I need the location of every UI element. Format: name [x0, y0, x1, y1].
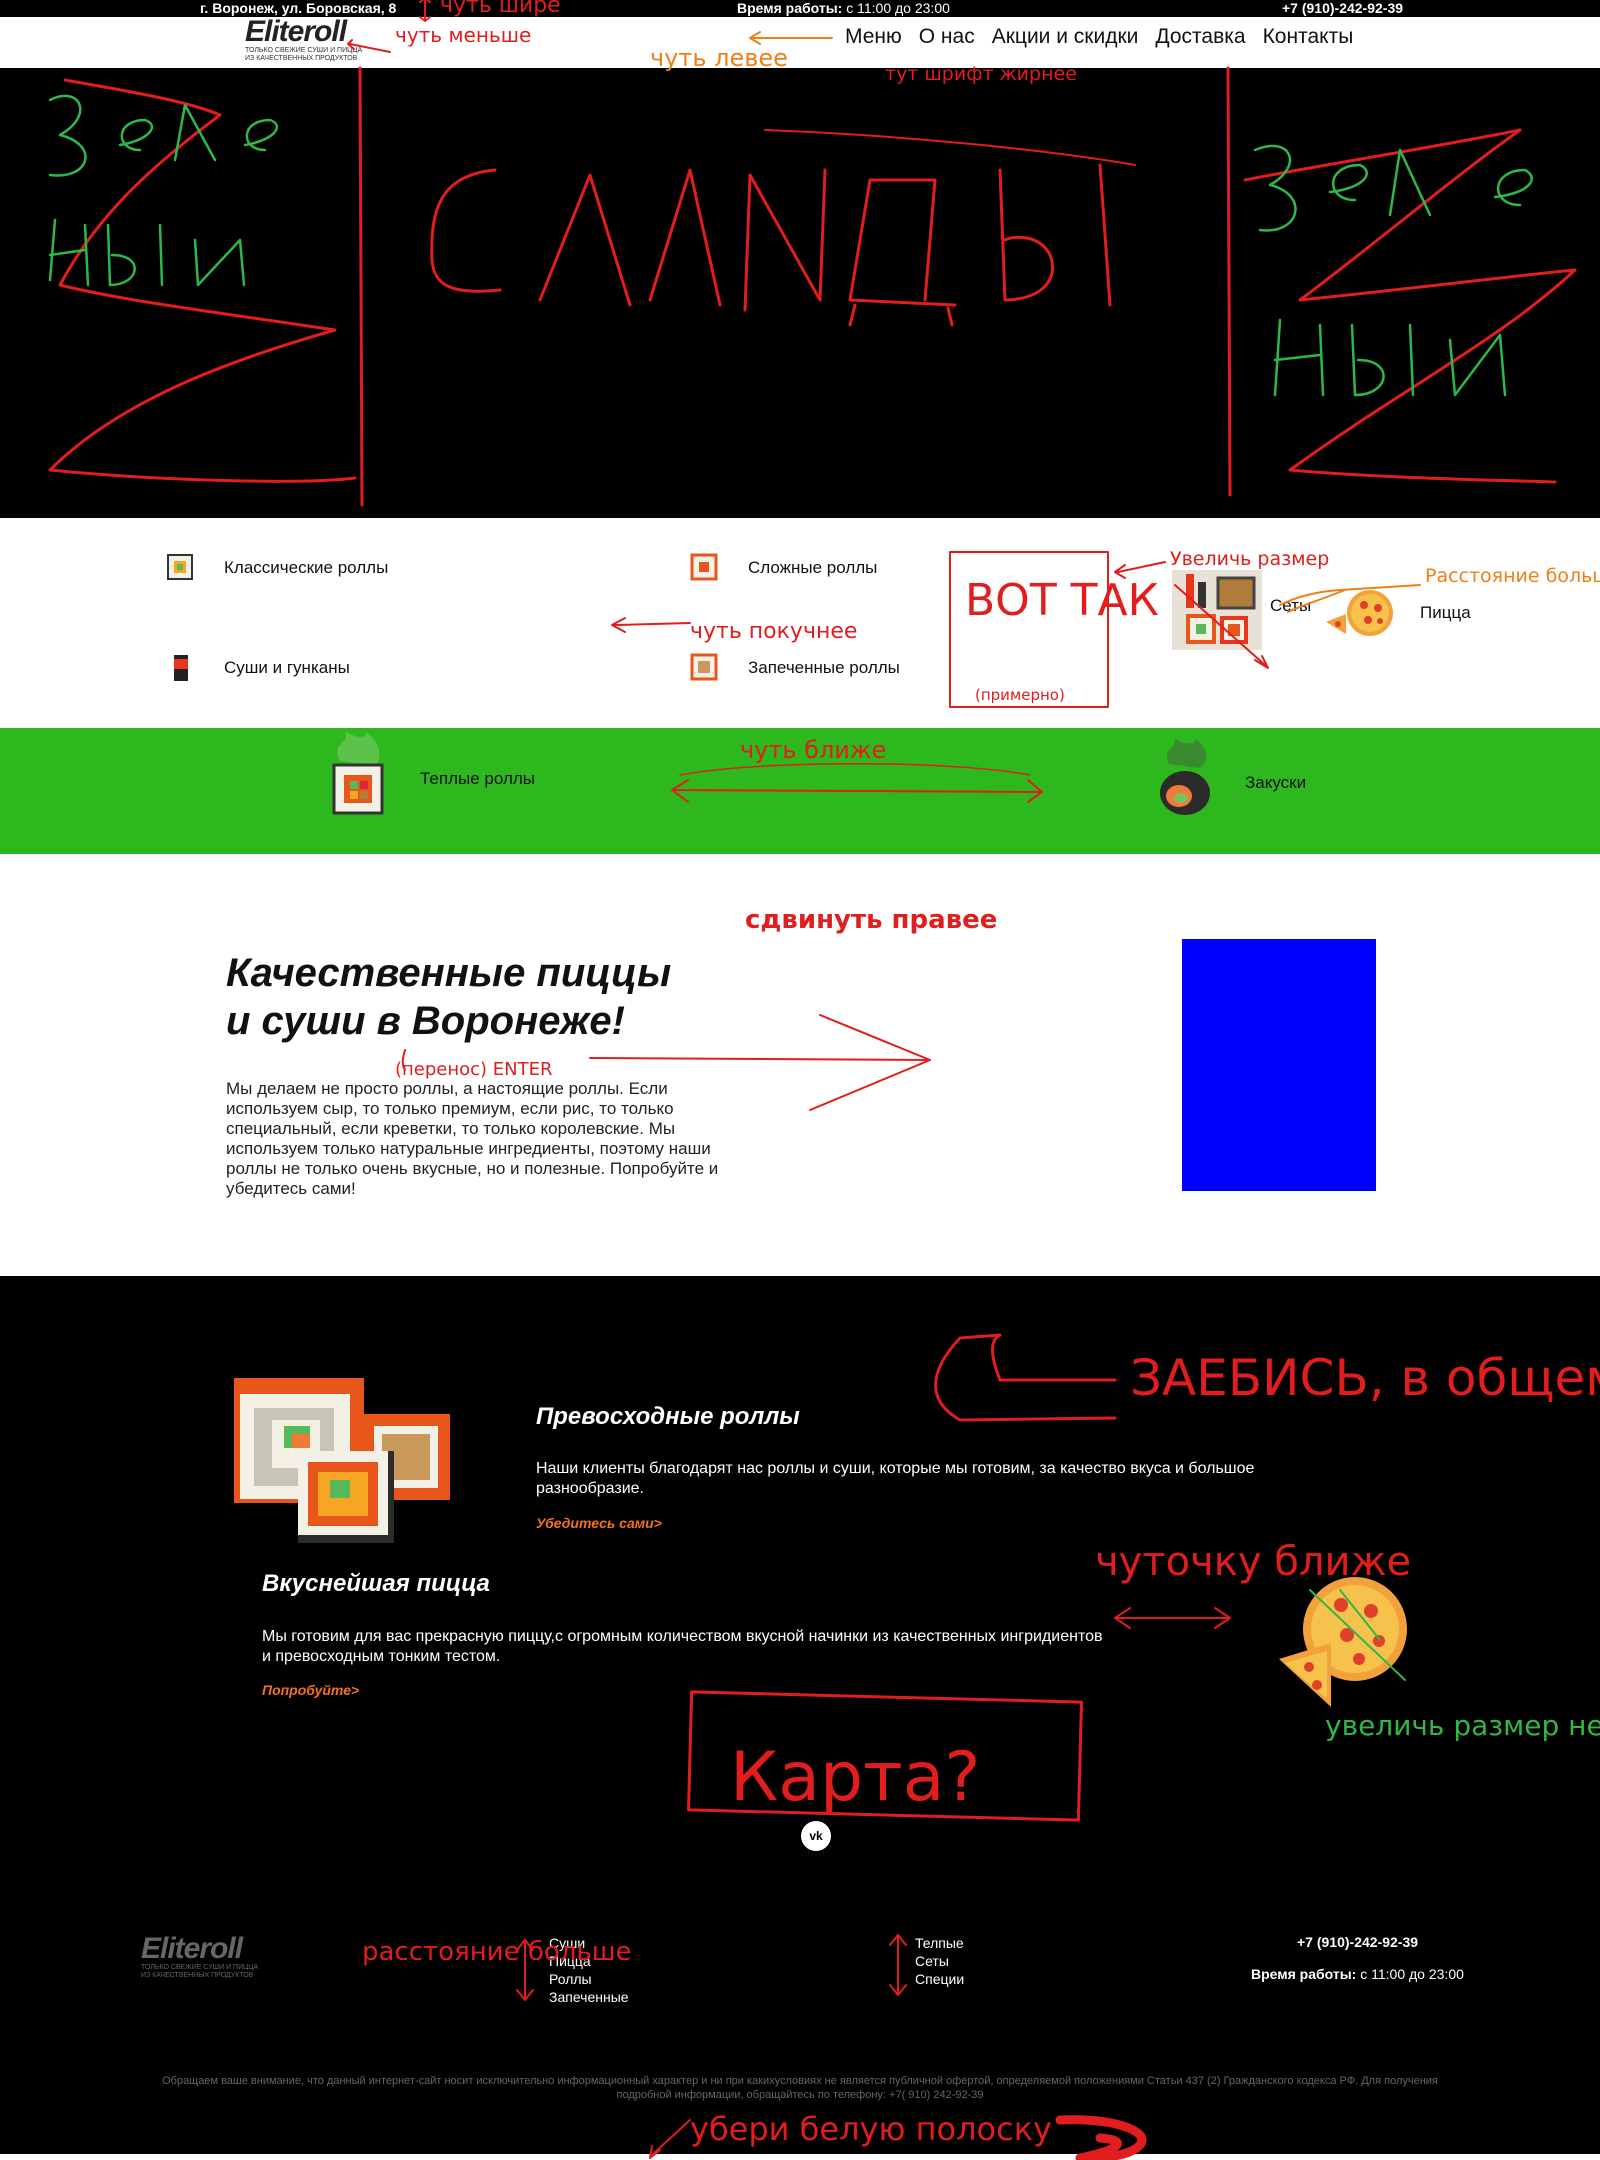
footer-link-sets[interactable]: Сеты: [915, 1953, 949, 1969]
working-hours: Время работы: с 11:00 до 23:00: [737, 0, 950, 17]
category-classic-rolls[interactable]: Классические роллы: [166, 553, 388, 583]
working-hours-value: с 11:00 до 23:00: [846, 0, 950, 16]
category-snacks[interactable]: Закуски: [1155, 738, 1306, 827]
footer-link-rolls[interactable]: Роллы: [549, 1971, 592, 1987]
category-complex-rolls[interactable]: Сложные роллы: [690, 553, 877, 583]
complex-roll-icon: [690, 553, 720, 583]
category-baked-rolls[interactable]: Запеченные роллы: [690, 653, 900, 683]
logo-tagline-1: Только свежие суши и пицца: [245, 47, 363, 54]
image-placeholder: [1182, 939, 1376, 1191]
warm-roll-icon: [330, 731, 390, 826]
category-sushi-gunkan[interactable]: Суши и гунканы: [166, 653, 350, 683]
features-footer-section: Превосходные роллы Наши клиенты благодар…: [0, 1276, 1600, 2160]
footer-hours-label: Время работы:: [1251, 1966, 1357, 1982]
pizza-feature-title: Вкуснейшая пицца: [262, 1570, 490, 1597]
about-title-line-2: и суши в Воронеже!: [226, 999, 625, 1043]
category-grid: Классические роллы Сложные роллы Суши и …: [0, 518, 1600, 728]
category-label: Суши и гунканы: [224, 658, 350, 677]
about-title: Качественные пиццы и суши в Воронеже!: [226, 949, 746, 1045]
footer-link-warm[interactable]: Телпые: [915, 1935, 964, 1951]
classic-roll-icon: [166, 553, 196, 583]
pizza-illustration: [1275, 1571, 1415, 1716]
snacks-icon: [1155, 738, 1215, 827]
nav-contacts[interactable]: Контакты: [1263, 25, 1354, 49]
pizza-feature-link[interactable]: Попробуйте>: [262, 1682, 359, 1698]
footer-link-baked[interactable]: Запеченные: [549, 1989, 629, 2005]
top-info-bar: г. Воронеж, ул. Боровская, 8 Время работ…: [0, 0, 1600, 17]
working-hours-label: Время работы:: [737, 0, 843, 16]
footer-phone[interactable]: +7 (910)-242-92-39: [1297, 1934, 1418, 1950]
rolls-feature-title: Превосходные роллы: [536, 1403, 800, 1430]
footer-link-pizza[interactable]: Пицца: [549, 1953, 591, 1969]
category-label: Классические роллы: [224, 558, 389, 577]
footer-menu-2: Телпые Сеты Специи: [915, 1934, 964, 1988]
category-warm-rolls[interactable]: Теплые роллы: [330, 731, 535, 826]
bottom-white-strip: [0, 2154, 1600, 2160]
category-pizza[interactable]: Пицца: [1324, 588, 1471, 638]
about-text: Мы делаем не просто роллы, а настоящие р…: [226, 1079, 719, 1198]
category-label: Сеты: [1270, 596, 1312, 615]
sushi-icon: [166, 653, 196, 683]
pizza-icon: [1324, 588, 1420, 638]
rolls-feature-text: Наши клиенты благодарят нас роллы и суши…: [536, 1460, 1255, 1497]
category-label: Сложные роллы: [748, 558, 878, 577]
main-nav: Меню О нас Акции и скидки Доставка Конта…: [845, 25, 1353, 49]
category-label: Запеченные роллы: [748, 658, 900, 677]
nav-about[interactable]: О нас: [919, 25, 975, 49]
category-strip-green: Теплые роллы Закуски: [0, 728, 1600, 854]
pizza-feature-text: Мы готовим для вас прекрасную пиццу,с ог…: [262, 1628, 1103, 1665]
footer-logo-wordmark: Eliteroll: [141, 1932, 243, 1965]
footer-hours-value: с 11:00 до 23:00: [1360, 1966, 1464, 1982]
nav-menu[interactable]: Меню: [845, 25, 902, 49]
hero-slider[interactable]: [0, 68, 1600, 518]
footer-link-spices[interactable]: Специи: [915, 1971, 964, 1987]
footer-working-hours: Время работы: с 11:00 до 23:00: [1251, 1966, 1464, 1982]
vk-icon[interactable]: vk: [801, 1821, 831, 1851]
legal-disclaimer: Обращаем ваше внимание, что данный интер…: [162, 2075, 1438, 2101]
footer-menu-1: Суши Пицца Роллы Запеченные: [549, 1934, 629, 2006]
logo-wordmark: Eliteroll: [245, 15, 347, 48]
logo-tagline-2: из качественных продуктов: [245, 55, 358, 62]
footer-logo[interactable]: Eliteroll Только свежие суши и пицца из …: [141, 1934, 258, 1980]
about-title-line-1: Качественные пиццы: [226, 951, 672, 995]
footer-logo-tagline-2: из качественных продуктов: [141, 1972, 254, 1979]
site-header: Eliteroll Только свежие суши и пицца из …: [0, 17, 1600, 68]
nav-delivery[interactable]: Доставка: [1155, 25, 1245, 49]
category-label: Теплые роллы: [420, 768, 535, 788]
footer-link-sushi[interactable]: Суши: [549, 1935, 585, 1951]
category-label: Пицца: [1420, 603, 1471, 622]
category-label: Закуски: [1245, 772, 1307, 792]
baked-roll-icon: [690, 653, 720, 683]
rolls-feature-link[interactable]: Убедитесь сами>: [536, 1515, 662, 1531]
phone-link[interactable]: +7 (910)-242-92-39: [1282, 0, 1403, 17]
site-logo[interactable]: Eliteroll Только свежие суши и пицца из …: [245, 17, 365, 68]
nav-promotions[interactable]: Акции и скидки: [992, 25, 1139, 49]
category-sets[interactable]: Сеты: [1168, 556, 1311, 656]
rolls-illustration: [232, 1376, 452, 1551]
footer-logo-tagline-1: Только свежие суши и пицца: [141, 1964, 259, 1971]
about-section: Качественные пиццы и суши в Воронеже! Мы…: [0, 854, 1600, 1276]
sets-icon: [1168, 556, 1268, 656]
